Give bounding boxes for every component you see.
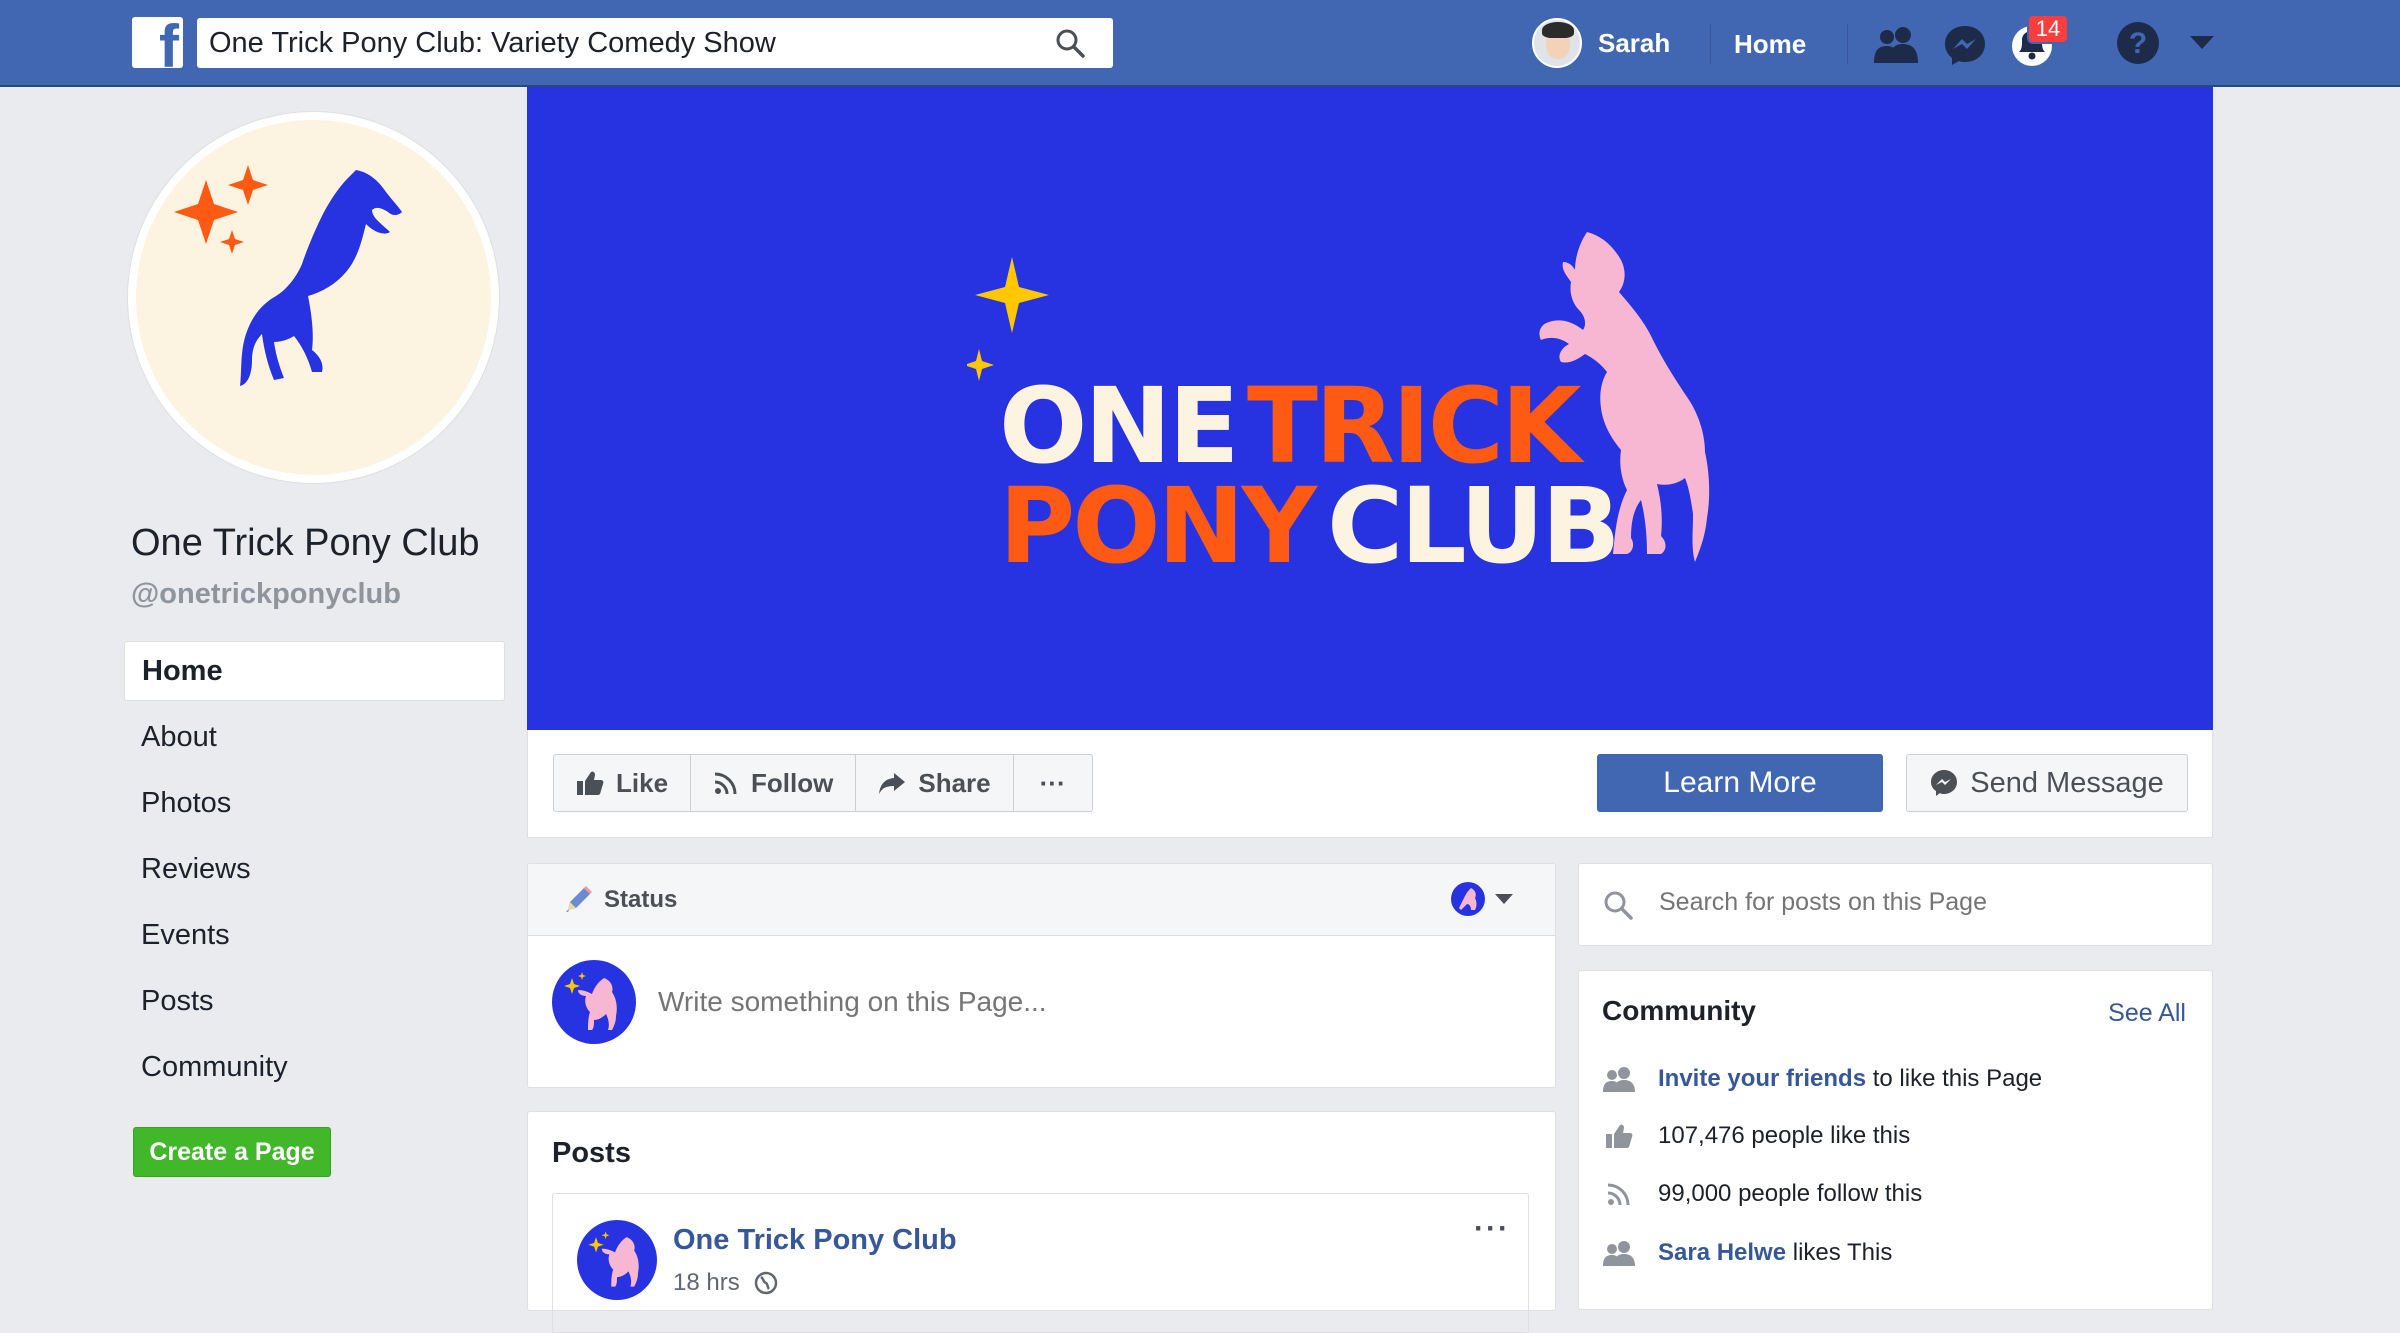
- page-post-search: [1578, 863, 2213, 946]
- help-icon[interactable]: ?: [2116, 21, 2160, 65]
- follow-page-button[interactable]: Follow: [690, 754, 857, 812]
- svg-text:?: ?: [2129, 27, 2147, 60]
- friend-name-link[interactable]: Sara Helwe: [1658, 1239, 1786, 1266]
- more-actions-button[interactable]: ···: [1012, 754, 1093, 812]
- cover-word-one: ONE: [999, 365, 1239, 487]
- top-navigation-bar: f Sarah Home 14 ?: [0, 0, 2400, 87]
- post-author-link[interactable]: One Trick Pony Club: [673, 1224, 957, 1257]
- pencil-icon: [566, 885, 592, 912]
- invite-friends-row: Invite your friends to like this Page: [1602, 1065, 2042, 1093]
- facebook-logo-icon[interactable]: f: [132, 17, 183, 68]
- nav-user-name: Sarah: [1598, 27, 1671, 58]
- sidebar-item-reviews[interactable]: Reviews: [124, 839, 505, 899]
- search-icon[interactable]: [1055, 28, 1085, 58]
- like-label: Like: [616, 767, 669, 798]
- likes-count-row: 107,476 people like this: [1602, 1122, 1910, 1150]
- community-heading: Community: [1602, 995, 1756, 1026]
- globe-icon: [754, 1271, 777, 1295]
- global-search-input[interactable]: [209, 26, 1029, 60]
- cover-word-pony: PONY: [999, 465, 1317, 587]
- page-title: One Trick Pony Club: [131, 522, 480, 564]
- friend-likes-row: Sara Helwe likes This: [1602, 1239, 1892, 1267]
- like-page-button[interactable]: Like: [553, 754, 692, 812]
- page-action-bar: Like Follow Share ··· Learn More Send Me…: [527, 730, 2213, 838]
- status-tab[interactable]: Status: [528, 864, 1555, 936]
- post-as-selector[interactable]: [1451, 882, 1513, 916]
- sidebar-item-home[interactable]: Home: [124, 641, 505, 701]
- write-post-input[interactable]: [658, 986, 1518, 1018]
- search-icon: [1604, 891, 1633, 920]
- status-label: Status: [604, 885, 678, 913]
- sidebar-item-about[interactable]: About: [124, 707, 505, 767]
- send-message-label: Send Message: [1970, 766, 2164, 799]
- post-options-button[interactable]: ···: [1474, 1212, 1510, 1246]
- thumbs-up-icon: [1606, 1124, 1633, 1148]
- chevron-down-icon: [1495, 893, 1513, 904]
- page-mini-avatar: [1451, 882, 1485, 916]
- rss-icon: [714, 772, 737, 795]
- share-page-button[interactable]: Share: [855, 754, 1014, 812]
- post-time-text[interactable]: 18 hrs: [673, 1269, 740, 1297]
- see-all-link[interactable]: See All: [2108, 999, 2186, 1028]
- invite-friends-text: to like this Page: [1872, 1065, 2043, 1092]
- friends-icon: [1603, 1241, 1635, 1266]
- send-message-button[interactable]: Send Message: [1906, 754, 2188, 812]
- invite-friends-link[interactable]: Invite your friends: [1658, 1065, 1866, 1092]
- nav-divider: [1710, 24, 1711, 64]
- posts-heading: Posts: [552, 1137, 631, 1169]
- follows-count-row: 99,000 people follow this: [1602, 1180, 1922, 1208]
- messenger-icon: [1931, 770, 1958, 796]
- post-item: One Trick Pony Club 18 hrs ···: [552, 1193, 1529, 1333]
- status-composer: Status: [527, 863, 1556, 1088]
- page-username[interactable]: @onetrickponyclub: [131, 578, 401, 611]
- share-arrow-icon: [879, 773, 906, 794]
- page-avatar: [552, 960, 636, 1044]
- messenger-icon[interactable]: [1943, 24, 1987, 66]
- page-avatar[interactable]: [577, 1220, 657, 1300]
- create-page-button[interactable]: Create a Page: [133, 1127, 331, 1177]
- follow-label: Follow: [751, 767, 834, 798]
- friends-icon: [1603, 1067, 1635, 1092]
- global-search-box: [197, 18, 1113, 68]
- nav-divider: [1847, 24, 1848, 64]
- friend-likes-text: likes This: [1792, 1239, 1893, 1266]
- page-sidebar-nav: Home About Photos Reviews Events Posts C…: [124, 641, 505, 1103]
- page-post-search-input[interactable]: [1659, 888, 2179, 917]
- thumbs-up-icon: [577, 771, 604, 795]
- notification-count-badge: 14: [2027, 14, 2069, 44]
- learn-more-button[interactable]: Learn More: [1597, 754, 1883, 812]
- pink-pony-image: [1539, 232, 1710, 562]
- account-menu-icon[interactable]: [2190, 36, 2214, 50]
- community-panel: Community See All Invite your friends to…: [1578, 970, 2213, 1310]
- avatar: [1532, 18, 1582, 68]
- nav-home-link[interactable]: Home: [1734, 29, 1806, 60]
- more-icon: ···: [1039, 767, 1066, 798]
- sidebar-item-community[interactable]: Community: [124, 1037, 505, 1097]
- cover-photo[interactable]: ONE TRICK PONY CLUB: [527, 87, 2213, 730]
- posts-section: Posts One Trick Pony Club 18 hrs ···: [527, 1111, 1556, 1333]
- sidebar-item-posts[interactable]: Posts: [124, 971, 505, 1031]
- likes-count-text: 107,476 people like this: [1658, 1122, 1911, 1149]
- friend-requests-icon[interactable]: [1872, 25, 1920, 63]
- sidebar-item-photos[interactable]: Photos: [124, 773, 505, 833]
- nav-profile-link[interactable]: Sarah: [1532, 17, 1670, 69]
- pony-logo-image: [174, 165, 402, 386]
- page-profile-picture[interactable]: [128, 112, 499, 483]
- share-label: Share: [918, 767, 991, 798]
- sidebar-item-events[interactable]: Events: [124, 905, 505, 965]
- rss-icon: [1607, 1183, 1630, 1206]
- follows-count-text: 99,000 people follow this: [1658, 1180, 1923, 1207]
- page-action-group: Like Follow Share ···: [553, 754, 1093, 812]
- post-timestamp: 18 hrs: [673, 1269, 778, 1297]
